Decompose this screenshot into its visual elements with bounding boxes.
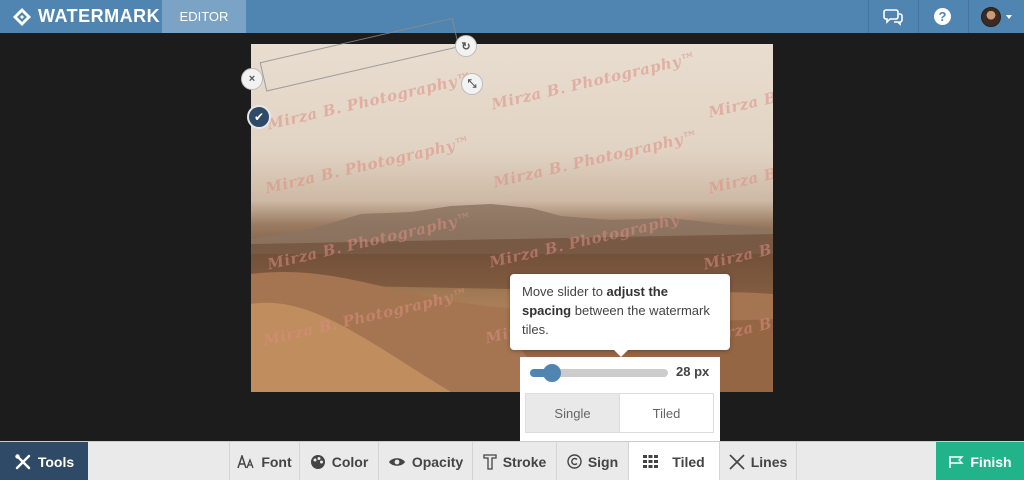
chat-icon xyxy=(882,8,903,26)
help-button[interactable]: ? xyxy=(918,0,966,33)
check-icon: ✔ xyxy=(253,110,265,124)
tiled-button[interactable]: Tiled xyxy=(628,442,719,480)
watermark-tile: Mirza B. Photography™ xyxy=(706,57,773,122)
spacing-tooltip: Move slider to adjust the spacing betwee… xyxy=(510,274,730,357)
chat-button[interactable] xyxy=(868,0,916,33)
tab-editor[interactable]: EDITOR xyxy=(162,0,246,33)
app-header: WATERMARK EDITOR ? xyxy=(0,0,1024,33)
flag-icon xyxy=(949,455,965,468)
tools-label: Tools xyxy=(37,453,75,470)
stroke-button[interactable]: Stroke xyxy=(472,442,556,480)
resize-watermark-handle[interactable]: ⤡ xyxy=(461,73,483,95)
delete-watermark-button[interactable]: × xyxy=(241,68,263,90)
sign-label: Sign xyxy=(587,453,619,470)
user-menu[interactable] xyxy=(968,0,1024,33)
watermark-tile: Mirza B. Photography™ xyxy=(491,126,700,192)
font-label: Font xyxy=(261,453,292,470)
grid-icon xyxy=(643,455,659,468)
close-icon: × xyxy=(248,73,256,85)
confirm-watermark-button[interactable]: ✔ xyxy=(247,105,271,129)
tools-button[interactable]: Tools xyxy=(0,442,88,480)
stroke-label: Stroke xyxy=(502,453,547,470)
sign-button[interactable]: Sign xyxy=(556,442,628,480)
cross-lines-icon xyxy=(729,453,745,470)
opacity-button[interactable]: Opacity xyxy=(378,442,472,480)
spacing-slider[interactable] xyxy=(530,364,668,382)
lines-label: Lines xyxy=(750,453,788,470)
lines-button[interactable]: Lines xyxy=(719,442,796,480)
layout-mode-toggle: Single Tiled xyxy=(525,393,714,433)
color-button[interactable]: Color xyxy=(299,442,378,480)
palette-icon xyxy=(310,454,325,469)
watermark-tile: Mirza B. Photography™ xyxy=(263,132,472,198)
slider-handle[interactable] xyxy=(543,364,562,382)
color-label: Color xyxy=(331,453,369,470)
tiled-label: Tiled xyxy=(672,453,705,470)
rotate-watermark-handle[interactable]: ↻ xyxy=(455,35,477,57)
watermark-tile: Mirza B. Photography™ xyxy=(706,133,773,198)
watermark-tile: Mirza B. Photography™ xyxy=(489,48,698,114)
spacing-panel: 28 px Single Tiled xyxy=(520,357,720,441)
spacing-value: 28 px xyxy=(676,364,710,379)
avatar xyxy=(981,6,1001,27)
rotate-icon: ↻ xyxy=(461,40,471,53)
font-icon xyxy=(237,454,254,468)
tooltip-text-before: Move slider to xyxy=(522,284,607,299)
logo-icon xyxy=(13,7,31,26)
copyright-icon xyxy=(567,454,582,469)
mode-single-button[interactable]: Single xyxy=(526,394,620,432)
mode-tiled-button[interactable]: Tiled xyxy=(620,394,713,432)
app-title: WATERMARK xyxy=(38,6,161,26)
chevron-down-icon xyxy=(1006,14,1012,19)
opacity-label: Opacity xyxy=(411,453,464,470)
stroke-text-icon xyxy=(483,453,497,470)
bottom-toolbar: Tools Font Color Opacity Stroke Sign Til… xyxy=(0,441,1024,480)
help-icon: ? xyxy=(934,8,951,25)
finish-label: Finish xyxy=(970,453,1012,470)
tools-icon xyxy=(15,453,31,469)
resize-icon: ⤡ xyxy=(467,77,477,90)
font-button[interactable]: Font xyxy=(229,442,299,480)
app-logo[interactable]: WATERMARK xyxy=(12,0,160,33)
finish-button[interactable]: Finish xyxy=(936,442,1024,480)
toolbar-divider xyxy=(796,442,797,480)
eye-icon xyxy=(388,457,405,466)
